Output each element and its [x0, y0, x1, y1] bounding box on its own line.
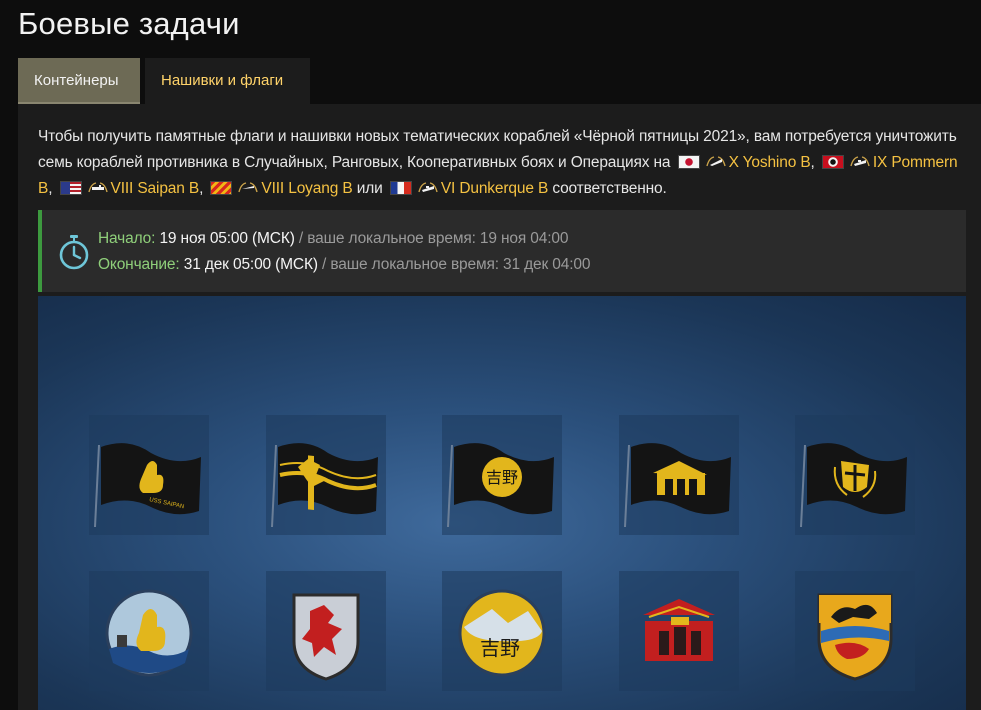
- start-time-row: Начало: 19 ноя 05:00 (МСК) / ваше локаль…: [98, 230, 568, 248]
- intro-sentence: Чтобы получить памятные флаги и нашивки …: [38, 128, 957, 171]
- pan-asia-flag-icon: [210, 181, 233, 195]
- end-local-time: / ваше локальное время: 31 дек 04:00: [322, 256, 591, 273]
- page-title: Боевые задачи: [18, 6, 240, 41]
- tab-containers[interactable]: Контейнеры: [18, 58, 140, 104]
- ship-link-yoshino[interactable]: X Yoshino B: [729, 154, 811, 171]
- ship-link-saipan[interactable]: VIII Saipan B: [111, 180, 200, 197]
- content-panel: Чтобы получить памятные флаги и нашивки …: [18, 104, 981, 710]
- flag-yoshino: 吉野: [442, 415, 562, 535]
- tab-bar: Контейнеры Нашивки и флаги: [18, 58, 310, 104]
- flag-pommern: [266, 415, 386, 535]
- destroyer-icon: [238, 182, 259, 193]
- flag-dunkerque: [795, 415, 915, 535]
- battleship-icon: [418, 182, 438, 193]
- start-value: 19 ноя 05:00 (МСК): [159, 230, 295, 247]
- battleship-icon: [850, 156, 870, 167]
- svg-text:吉野: 吉野: [486, 468, 518, 487]
- start-local-time: / ваше локальное время: 19 ноя 04:00: [298, 230, 569, 247]
- tab-patches-and-flags[interactable]: Нашивки и флаги: [145, 58, 310, 104]
- end-value: 31 дек 05:00 (МСК): [183, 256, 318, 273]
- aircraft-carrier-icon: [87, 182, 108, 193]
- clock-icon: [59, 235, 89, 270]
- end-time-row: Окончание: 31 дек 05:00 (МСК) / ваше лок…: [98, 256, 590, 274]
- ship-link-loyang[interactable]: VIII Loyang B: [261, 180, 352, 197]
- patch-pommern: [266, 571, 386, 691]
- flag-loyang: [619, 415, 739, 535]
- end-label: Окончание:: [98, 256, 180, 273]
- patch-yoshino: 吉野: [442, 571, 562, 691]
- cruiser-icon: [705, 156, 726, 167]
- svg-text:吉野: 吉野: [480, 636, 520, 660]
- usa-flag-icon: [59, 181, 82, 195]
- or-conjunction: или: [356, 180, 383, 197]
- france-flag-icon: [389, 181, 412, 195]
- patch-dunkerque: [795, 571, 915, 691]
- event-timer: Начало: 19 ноя 05:00 (МСК) / ваше локаль…: [38, 210, 966, 292]
- rewards-banner: USS SAIPAN 吉野 吉野: [38, 296, 966, 710]
- ship-link-dunkerque[interactable]: VI Dunkerque B: [441, 180, 548, 197]
- intro-ending: соответственно.: [552, 180, 667, 197]
- patch-loyang: [619, 571, 739, 691]
- intro-text: Чтобы получить памятные флаги и нашивки …: [38, 128, 958, 197]
- flag-saipan: USS SAIPAN: [89, 415, 209, 535]
- patch-saipan: [89, 571, 209, 691]
- japan-flag-icon: [677, 155, 700, 169]
- germany-flag-icon: [821, 155, 844, 169]
- start-label: Начало:: [98, 230, 156, 247]
